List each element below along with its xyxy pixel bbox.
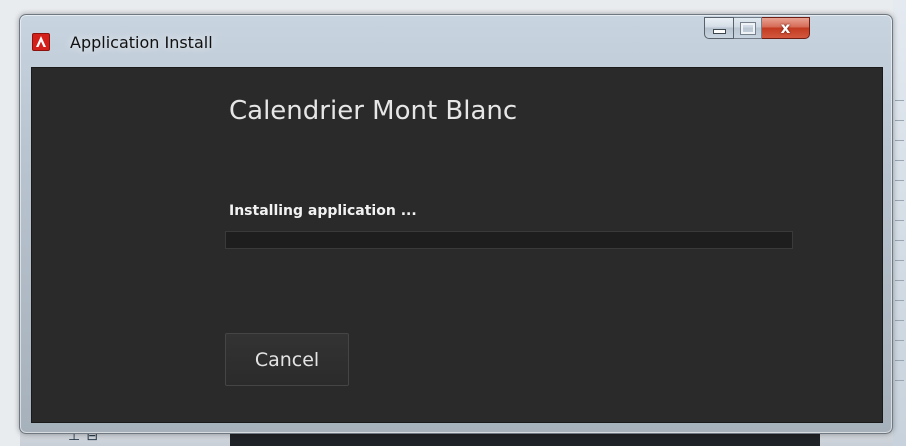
minimize-icon bbox=[712, 28, 726, 34]
install-progress-bar bbox=[225, 231, 793, 249]
close-icon: x bbox=[780, 18, 791, 37]
minimize-button[interactable] bbox=[704, 17, 734, 39]
cancel-button[interactable]: Cancel bbox=[225, 333, 349, 386]
application-name: Calendrier Mont Blanc bbox=[229, 96, 518, 126]
installer-content: Calendrier Mont Blanc Installing applica… bbox=[31, 67, 883, 423]
desktop-background-right bbox=[893, 0, 906, 446]
adobe-air-icon bbox=[32, 33, 50, 51]
title-bar[interactable]: Application Install x bbox=[20, 15, 892, 67]
window-title: Application Install bbox=[70, 33, 213, 52]
close-button[interactable]: x bbox=[762, 17, 810, 39]
install-window: Application Install x Calendrier Mont Bl… bbox=[19, 14, 893, 434]
caption-buttons: x bbox=[704, 17, 810, 39]
install-status-text: Installing application ... bbox=[229, 203, 417, 219]
desktop-background-lines bbox=[895, 100, 904, 400]
maximize-button[interactable] bbox=[734, 17, 762, 39]
maximize-icon bbox=[739, 21, 756, 35]
